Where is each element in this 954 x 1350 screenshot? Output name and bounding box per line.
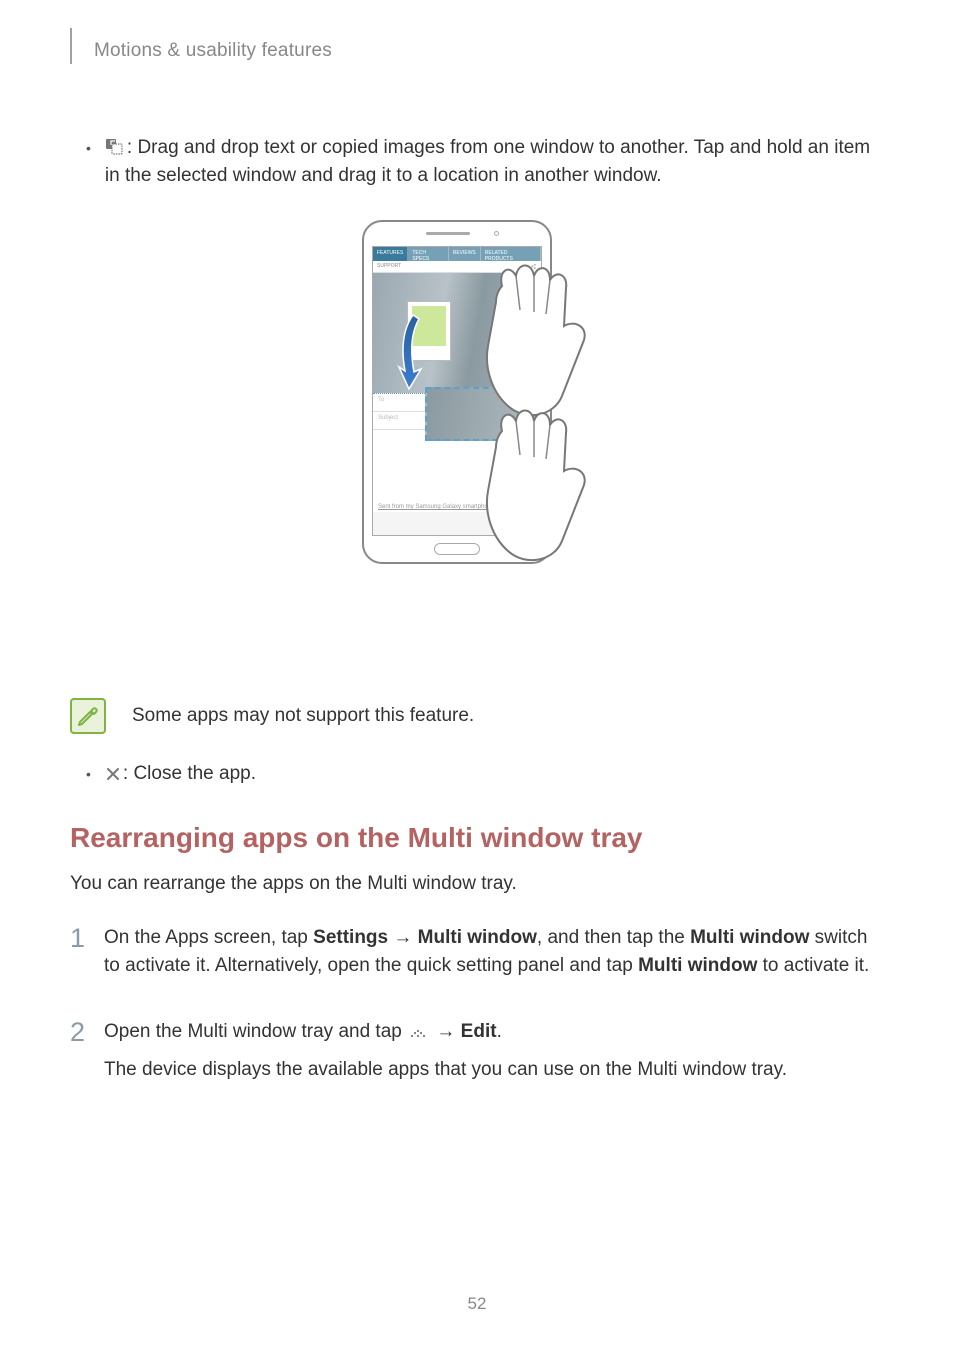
- step-1-body: On the Apps screen, tap Settings → Multi…: [104, 924, 884, 990]
- bullet-drag-body: : Drag and drop text or copied images fr…: [105, 134, 884, 190]
- figure-tab: FEATURES: [373, 247, 408, 261]
- bullet-drag-text: : Drag and drop text or copied images fr…: [105, 137, 870, 186]
- bullet-drag: • : Drag and drop text or copied images …: [86, 134, 884, 190]
- bullet-marker: •: [86, 760, 91, 788]
- figure-drag-drop: FEATURES TECH SPECS REVIEWS RELATED PROD…: [70, 220, 884, 650]
- step-text: .: [497, 1021, 502, 1042]
- figure-tab: TECH SPECS: [408, 247, 448, 261]
- figure-to-label: To: [378, 397, 384, 408]
- label-multi-window-switch: Multi window: [690, 927, 809, 948]
- page-number: 52: [0, 1294, 954, 1314]
- running-header: Motions & usability features: [70, 38, 884, 64]
- hand-lower-icon: [452, 385, 612, 575]
- step-text: to activate it.: [757, 955, 869, 976]
- phone-illustration: FEATURES TECH SPECS REVIEWS RELATED PROD…: [352, 220, 602, 650]
- bullet-marker: •: [86, 134, 91, 190]
- figure-subject-label: Subject: [378, 415, 398, 426]
- more-menu-icon: [407, 1026, 429, 1040]
- drag-content-icon: [105, 138, 125, 156]
- figure-support-label: SUPPORT: [377, 263, 401, 270]
- step-number: 2: [70, 1018, 104, 1094]
- label-multi-window: Multi window: [418, 927, 537, 948]
- note-callout: Some apps may not support this feature.: [70, 698, 884, 734]
- note-icon: [70, 698, 106, 734]
- step-number: 1: [70, 924, 104, 990]
- header-section-title: Motions & usability features: [94, 38, 332, 62]
- label-settings: Settings: [313, 927, 388, 948]
- step-text: , and then tap the: [537, 927, 690, 948]
- arrow-icon: →: [431, 1021, 461, 1042]
- section-intro: You can rearrange the apps on the Multi …: [70, 870, 884, 898]
- header-rule: [70, 28, 72, 64]
- step-2: 2 Open the Multi window tray and tap → E…: [70, 1018, 884, 1094]
- step-text: On the Apps screen, tap: [104, 927, 313, 948]
- label-multi-window-panel: Multi window: [638, 955, 757, 976]
- close-icon: [105, 766, 121, 782]
- drag-arrow-icon: [395, 309, 431, 399]
- step-1: 1 On the Apps screen, tap Settings → Mul…: [70, 924, 884, 990]
- label-edit: Edit: [461, 1021, 497, 1042]
- step-text: Open the Multi window tray and tap: [104, 1021, 407, 1042]
- note-text: Some apps may not support this feature.: [132, 698, 474, 734]
- arrow-icon: →: [388, 927, 418, 948]
- section-heading: Rearranging apps on the Multi window tra…: [70, 822, 884, 854]
- bullet-close-body: : Close the app.: [105, 760, 884, 788]
- bullet-close-text: : Close the app.: [123, 763, 256, 784]
- bullet-close: • : Close the app.: [86, 760, 884, 788]
- step-2-body: Open the Multi window tray and tap → Edi…: [104, 1018, 884, 1094]
- step-2-line2: The device displays the available apps t…: [104, 1056, 884, 1084]
